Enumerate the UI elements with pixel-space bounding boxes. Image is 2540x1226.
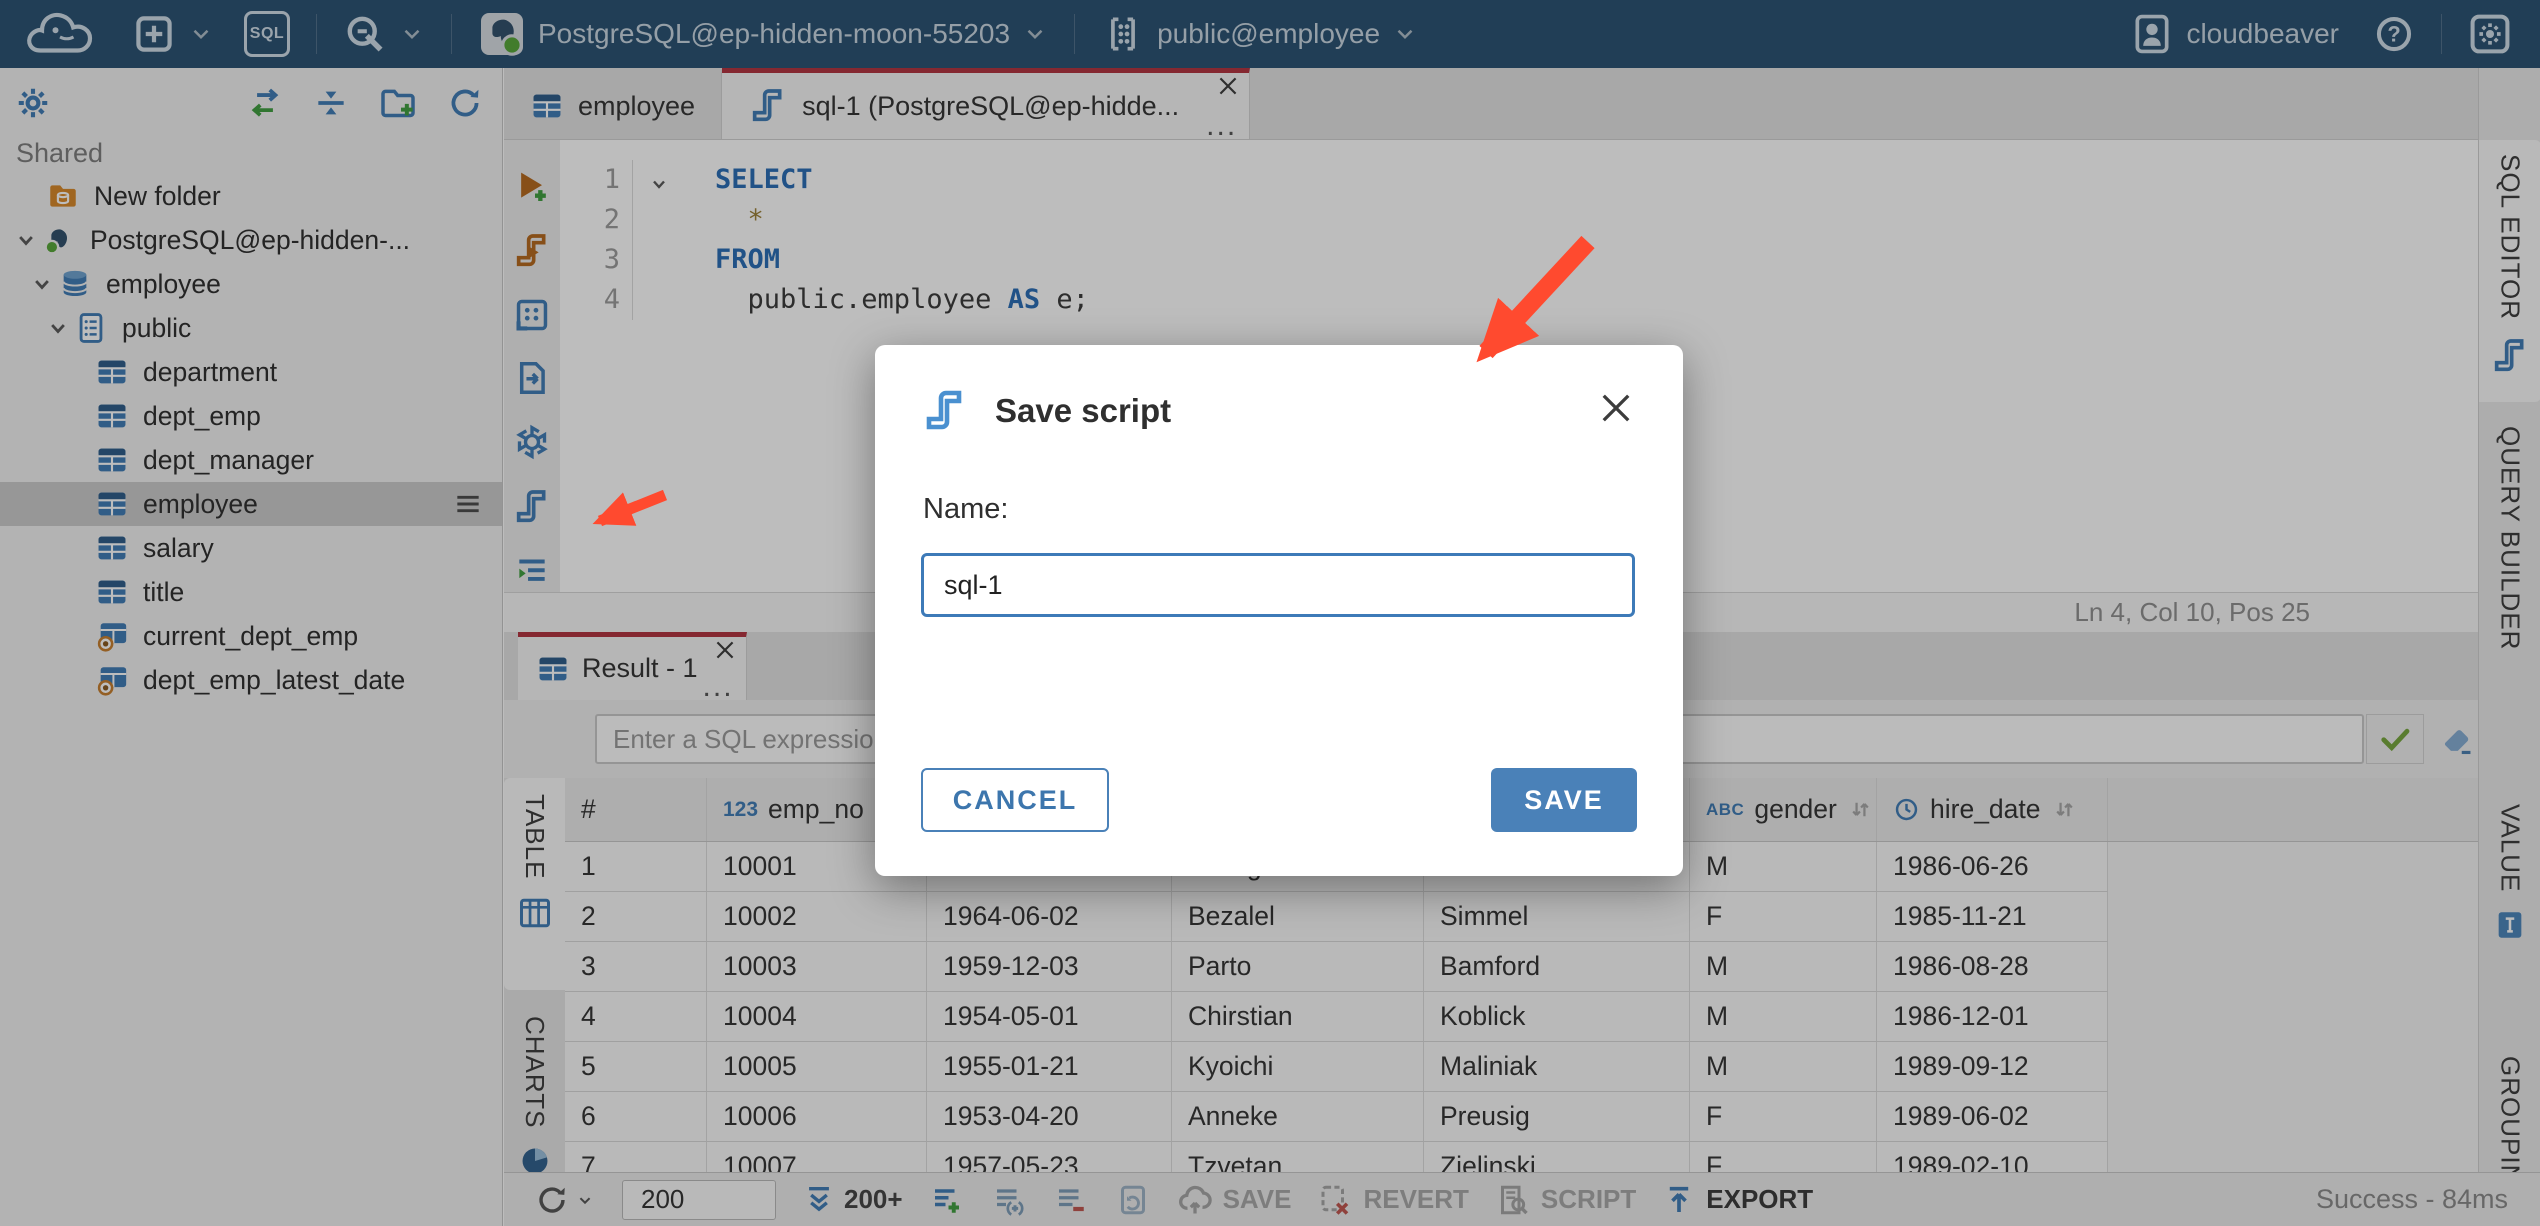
cancel-button[interactable]: CANCEL [921, 768, 1109, 832]
script-name-input[interactable] [921, 553, 1635, 617]
close-dialog-button[interactable] [1595, 387, 1637, 429]
save-script-dialog: Save script Name: CANCEL SAVE [875, 345, 1683, 876]
save-button[interactable]: SAVE [1491, 768, 1637, 832]
dialog-title: Save script [995, 392, 1172, 429]
script-icon [921, 387, 969, 435]
name-label: Name: [923, 493, 1009, 525]
